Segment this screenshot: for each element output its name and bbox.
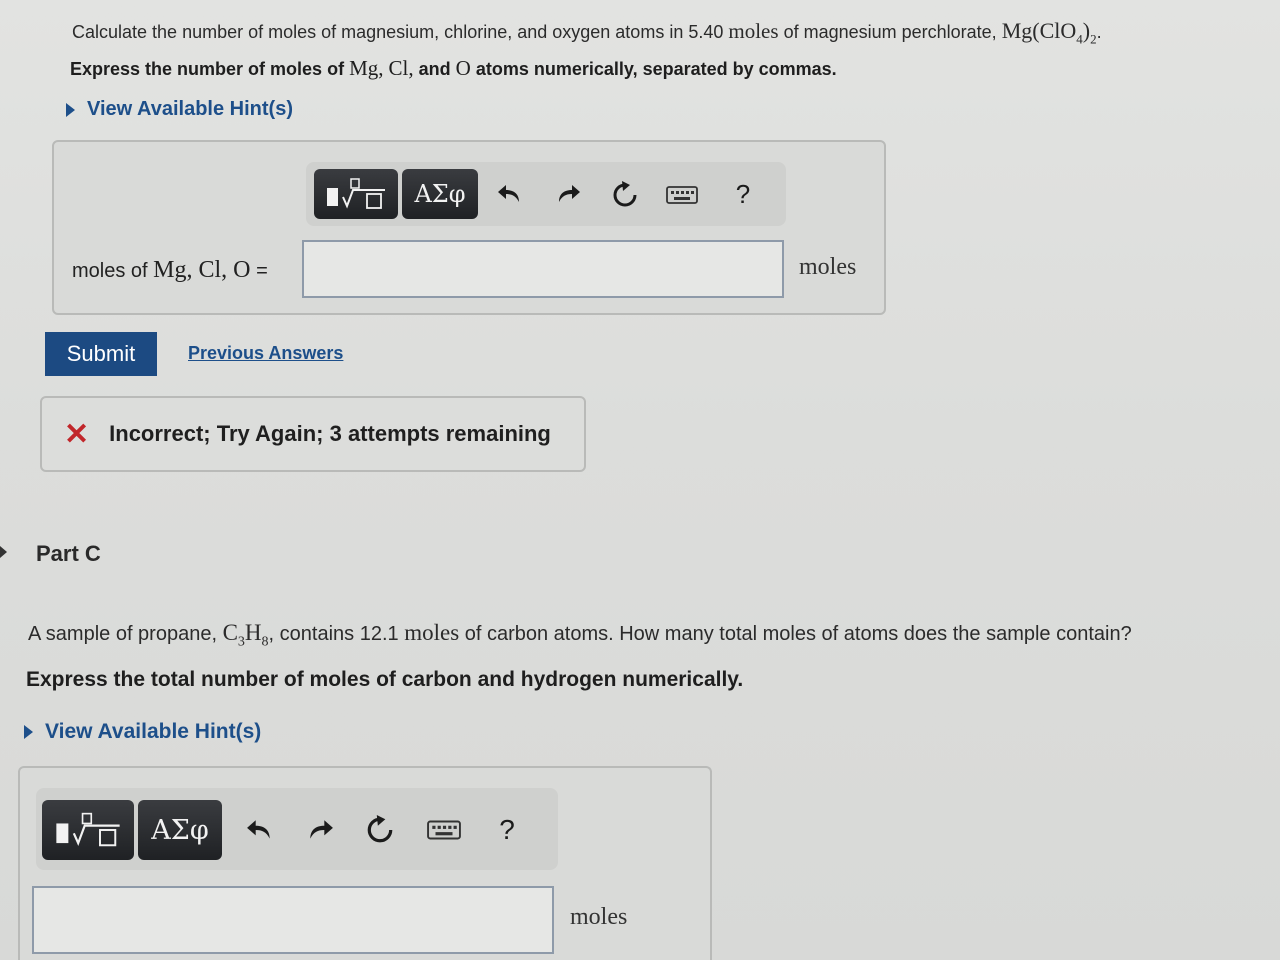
templates-icon — [327, 178, 385, 209]
part-b-answer-label: moles of Mg, Cl, O = — [72, 257, 268, 284]
inst-and: and — [418, 59, 451, 79]
part-b-question-middle: of magnesium perchlorate, — [783, 22, 997, 42]
part-c-hint-toggle[interactable]: View Available Hint(s) — [24, 720, 261, 744]
previous-answers-link[interactable]: Previous Answers — [188, 343, 343, 364]
caret-right-icon — [24, 725, 33, 739]
formula-sub-8: 8 — [261, 634, 269, 650]
inst-cl: Cl, — [388, 56, 414, 80]
undo-icon — [498, 185, 519, 202]
templates-icon — [56, 812, 120, 847]
caret-right-icon — [66, 102, 75, 117]
help-button[interactable]: ? — [726, 176, 760, 212]
reset-button[interactable] — [360, 810, 400, 850]
part-b-question-prefix: Calculate the number of moles of magnesi… — [72, 22, 724, 42]
part-b-answer-box: ΑΣφ ? moles of Mg, Cl, O = moles — [52, 140, 886, 315]
redo-icon — [559, 185, 580, 202]
undo-icon — [247, 820, 270, 839]
collapse-marker-icon[interactable] — [0, 546, 7, 558]
help-icon: ? — [499, 814, 515, 845]
label-symbols: Mg, Cl, O — [153, 257, 251, 283]
part-c-title: Part C — [36, 541, 101, 566]
label-equals: = — [256, 260, 268, 282]
part-b-math-toolbar: ΑΣφ ? — [306, 162, 786, 226]
part-c-question-middle: , contains 12.1 — [268, 623, 399, 645]
undo-button[interactable] — [492, 176, 528, 212]
part-b-question: Calculate the number of moles of magnesi… — [72, 18, 1102, 47]
part-c-answer-input[interactable] — [32, 886, 554, 954]
part-c-instruction: Express the total number of moles of car… — [26, 668, 744, 691]
part-c-math-toolbar: ΑΣφ ? — [36, 788, 558, 870]
keyboard-button[interactable] — [662, 180, 702, 210]
perchlorate-formula: Mg(ClO4)2 — [1001, 18, 1097, 47]
help-button[interactable]: ? — [488, 810, 526, 850]
greek-symbols-button[interactable]: ΑΣφ — [402, 169, 478, 219]
part-b-question-unit: moles — [728, 19, 779, 43]
keyboard-icon — [427, 820, 461, 840]
label-prefix: moles of — [72, 260, 148, 282]
part-c-hint-label: View Available Hint(s) — [45, 720, 262, 743]
formula-close: ) — [1082, 18, 1091, 43]
reset-icon — [613, 181, 637, 207]
part-b-instruction: Express the number of moles of Mg, Cl, a… — [70, 56, 837, 81]
part-b-hint-label: View Available Hint(s) — [87, 98, 293, 120]
feedback-panel: ✕ Incorrect; Try Again; 3 attempts remai… — [40, 396, 586, 472]
instruction-suffix: atoms numerically, separated by commas. — [475, 59, 837, 79]
part-c-question-prefix: A sample of propane, — [28, 623, 218, 645]
redo-icon — [310, 820, 333, 839]
part-b-hint-toggle[interactable]: View Available Hint(s) — [66, 98, 293, 121]
instruction-prefix: Express the number of moles of — [70, 59, 345, 79]
templates-button[interactable] — [314, 169, 398, 219]
part-c-question-suffix: of carbon atoms. How many total moles of… — [464, 623, 1132, 645]
help-icon: ? — [735, 178, 751, 209]
reset-button[interactable] — [606, 176, 644, 214]
formula-main: Mg(ClO — [1001, 18, 1077, 43]
reset-icon — [367, 815, 393, 843]
inst-o: O — [455, 56, 471, 80]
inst-mg: Mg, — [349, 56, 384, 80]
part-c-question: A sample of propane, C3H8, contains 12.1… — [28, 620, 1132, 651]
part-b-units: moles — [799, 254, 857, 280]
redo-button[interactable] — [550, 176, 586, 212]
formula-h: H — [244, 620, 262, 645]
keyboard-icon — [666, 186, 698, 204]
part-b-answer-input[interactable] — [302, 240, 784, 298]
keyboard-button[interactable] — [422, 814, 466, 846]
part-c-units: moles — [570, 904, 628, 930]
templates-button[interactable] — [42, 800, 134, 860]
feedback-message: Incorrect; Try Again; 3 attempts remaini… — [109, 421, 551, 446]
formula-c: C — [222, 620, 238, 645]
part-c-question-unit: moles — [404, 620, 460, 645]
submit-button[interactable]: Submit — [45, 332, 157, 376]
redo-button[interactable] — [300, 810, 340, 850]
greek-symbols-button[interactable]: ΑΣφ — [138, 800, 222, 860]
part-c-answer-box: ΑΣφ ? moles — [18, 766, 712, 960]
formula-sub-3: 3 — [237, 634, 245, 650]
propane-formula: C3H8 — [222, 620, 269, 650]
undo-button[interactable] — [240, 810, 280, 850]
formula-sub-2: 2 — [1090, 31, 1097, 47]
incorrect-x-icon: ✕ — [64, 417, 90, 451]
